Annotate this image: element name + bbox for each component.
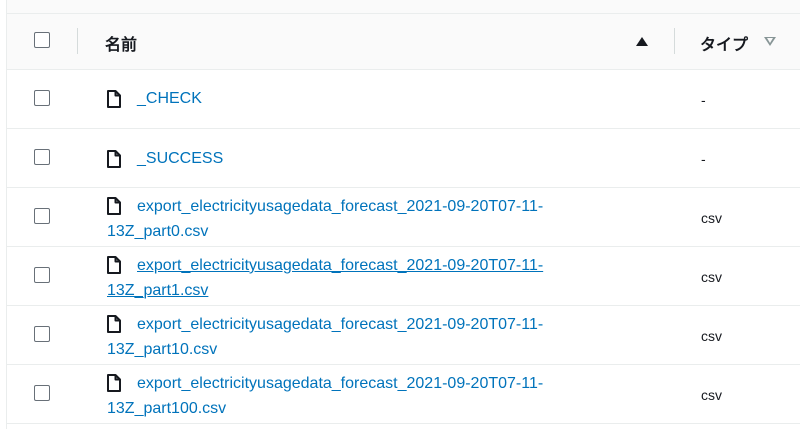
table-left-edge xyxy=(0,0,7,429)
object-name-line-1: export_electricityusagedata_forecast_202… xyxy=(137,257,544,274)
column-divider xyxy=(77,28,78,54)
table-header-row: 名前 タイプ xyxy=(7,14,800,70)
object-name-line-2: 13Z_part0.csv xyxy=(107,223,209,240)
object-name-line-1: export_electricityusagedata_forecast_202… xyxy=(137,316,544,333)
sort-ascending-icon[interactable] xyxy=(636,37,648,46)
file-icon xyxy=(107,197,121,215)
table-top-strip xyxy=(0,0,800,14)
object-name-link[interactable]: _SUCCESS xyxy=(137,146,223,171)
object-name-link[interactable]: export_electricityusagedata_forecast_202… xyxy=(107,194,697,244)
object-type: csv xyxy=(701,210,722,226)
object-name-line-2: 13Z_part100.csv xyxy=(107,400,227,417)
row-checkbox[interactable] xyxy=(34,208,50,224)
table-row: export_electricityusagedata_forecast_202… xyxy=(7,188,800,247)
object-name-line-2: 13Z_part1.csv xyxy=(107,282,209,299)
object-name-link[interactable]: export_electricityusagedata_forecast_202… xyxy=(107,253,697,303)
object-name-link[interactable]: export_electricityusagedata_forecast_202… xyxy=(107,371,697,421)
file-icon xyxy=(107,315,121,333)
object-name-link[interactable]: export_electricityusagedata_forecast_202… xyxy=(107,312,697,362)
table-row: export_electricityusagedata_forecast_202… xyxy=(7,365,800,424)
table-row: _CHECK - xyxy=(7,70,800,129)
object-type: - xyxy=(701,92,706,108)
column-header-name[interactable]: 名前 xyxy=(105,31,137,55)
row-checkbox[interactable] xyxy=(34,326,50,342)
object-type: csv xyxy=(701,328,722,344)
row-checkbox[interactable] xyxy=(34,90,50,106)
object-name-line-1: export_electricityusagedata_forecast_202… xyxy=(137,198,544,215)
column-divider xyxy=(674,28,675,54)
row-checkbox[interactable] xyxy=(34,149,50,165)
sort-descending-icon[interactable] xyxy=(764,37,776,46)
object-type: csv xyxy=(701,387,722,403)
file-icon xyxy=(107,150,121,168)
objects-table: 名前 タイプ _CHECK - _SUCCESS - export_electr… xyxy=(0,0,800,429)
select-all-checkbox[interactable] xyxy=(34,32,50,48)
column-header-type[interactable]: タイプ xyxy=(700,31,748,55)
row-checkbox[interactable] xyxy=(34,385,50,401)
file-icon xyxy=(107,256,121,274)
object-name-line-2: 13Z_part10.csv xyxy=(107,341,218,358)
table-row: _SUCCESS - xyxy=(7,129,800,188)
object-name-link[interactable]: _CHECK xyxy=(137,86,202,111)
table-row: export_electricityusagedata_forecast_202… xyxy=(7,306,800,365)
file-icon xyxy=(107,90,121,108)
object-type: - xyxy=(701,151,706,167)
object-name-line-1: export_electricityusagedata_forecast_202… xyxy=(137,375,544,392)
row-checkbox[interactable] xyxy=(34,267,50,283)
file-icon xyxy=(107,374,121,392)
table-row: export_electricityusagedata_forecast_202… xyxy=(7,247,800,306)
object-type: csv xyxy=(701,269,722,285)
